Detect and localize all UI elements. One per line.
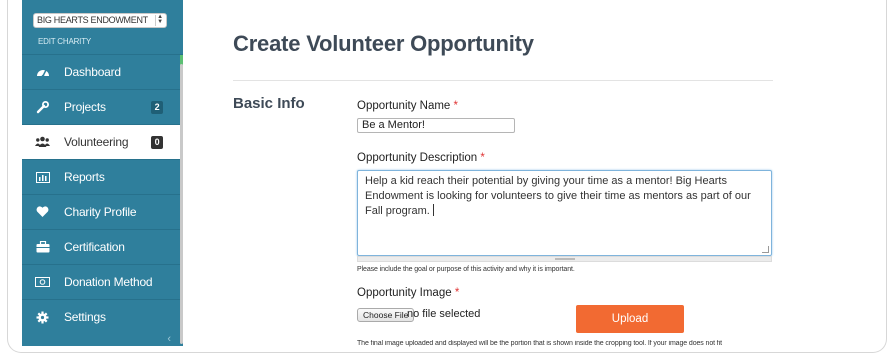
divider bbox=[233, 80, 773, 81]
sidebar-item-dashboard[interactable]: Dashboard bbox=[22, 54, 183, 89]
section-title: Basic Info bbox=[233, 95, 305, 112]
sidebar-item-label: Projects bbox=[64, 100, 106, 114]
briefcase-icon bbox=[35, 240, 50, 255]
required-mark: * bbox=[480, 152, 485, 164]
page-title: Create Volunteer Opportunity bbox=[233, 31, 534, 56]
sidebar-item-reports[interactable]: Reports bbox=[22, 159, 183, 194]
description-help-text: Please include the goal or purpose of th… bbox=[357, 266, 575, 273]
select-arrows-icon: ▲ ▼ bbox=[155, 14, 164, 26]
opportunity-name-label-text: Opportunity Name bbox=[357, 100, 451, 112]
sidebar-header: BIG HEARTS ENDOWMENT ▲ ▼ EDIT CHARITY bbox=[22, 0, 183, 54]
charity-select-value: BIG HEARTS ENDOWMENT bbox=[37, 15, 148, 25]
textarea-resize-bar[interactable] bbox=[357, 256, 772, 262]
sidebar-item-certification[interactable]: Certification bbox=[22, 229, 183, 264]
opportunity-name-label: Opportunity Name * bbox=[357, 100, 458, 112]
opportunity-description-label: Opportunity Description * bbox=[357, 152, 485, 164]
heart-icon bbox=[35, 205, 50, 220]
group-icon bbox=[35, 135, 50, 150]
required-mark: * bbox=[453, 100, 459, 112]
opportunity-image-label-text: Opportunity Image bbox=[357, 287, 452, 299]
drag-handle-icon bbox=[554, 258, 575, 260]
opportunity-image-label: Opportunity Image * bbox=[357, 287, 459, 299]
choose-file-button[interactable]: Choose File bbox=[357, 308, 415, 322]
gear-icon bbox=[35, 310, 50, 325]
charity-select[interactable]: BIG HEARTS ENDOWMENT ▲ ▼ bbox=[33, 13, 167, 28]
count-badge: 2 bbox=[151, 101, 163, 114]
required-mark: * bbox=[454, 287, 460, 299]
sidebar-nav: Dashboard Projects 2 Volunteering 0 Reports Ch… bbox=[22, 54, 183, 334]
wrench-icon bbox=[35, 100, 50, 115]
sidebar: BIG HEARTS ENDOWMENT ▲ ▼ EDIT CHARITY Das… bbox=[22, 0, 183, 346]
sidebar-item-label: Donation Method bbox=[64, 275, 153, 289]
sidebar-item-charity-profile[interactable]: Charity Profile bbox=[22, 194, 183, 229]
sidebar-item-label: Reports bbox=[64, 170, 105, 184]
sidebar-item-label: Charity Profile bbox=[64, 205, 137, 219]
sidebar-collapse[interactable]: ‹ bbox=[22, 333, 183, 346]
sidebar-item-label: Certification bbox=[64, 240, 125, 254]
chevron-left-icon[interactable]: ‹ bbox=[167, 333, 171, 345]
sidebar-item-projects[interactable]: Projects 2 bbox=[22, 89, 183, 124]
description-text: Help a kid reach their potential by givi… bbox=[365, 175, 751, 217]
sidebar-scrollbar[interactable] bbox=[180, 64, 183, 344]
money-icon bbox=[35, 275, 50, 290]
sidebar-item-label: Volunteering bbox=[64, 135, 129, 149]
resize-grip-icon[interactable] bbox=[762, 246, 769, 253]
sidebar-item-donation-method[interactable]: Donation Method bbox=[22, 264, 183, 299]
upload-button[interactable]: Upload bbox=[576, 305, 684, 333]
image-help-text: The final image uploaded and displayed w… bbox=[357, 340, 722, 347]
opportunity-description-label-text: Opportunity Description bbox=[357, 152, 478, 164]
bar-chart-icon bbox=[35, 170, 50, 185]
sidebar-item-volunteering[interactable]: Volunteering 0 bbox=[22, 124, 183, 159]
tachometer-icon bbox=[35, 65, 50, 80]
text-caret bbox=[432, 204, 434, 216]
sidebar-item-settings[interactable]: Settings bbox=[22, 299, 183, 334]
opportunity-description-textarea[interactable]: Help a kid reach their potential by givi… bbox=[357, 170, 772, 256]
count-badge: 0 bbox=[151, 136, 163, 149]
opportunity-name-input[interactable]: Be a Mentor! bbox=[357, 118, 515, 133]
sidebar-item-label: Settings bbox=[64, 310, 106, 324]
sidebar-item-label: Dashboard bbox=[64, 65, 121, 79]
edit-charity-link[interactable]: EDIT CHARITY bbox=[38, 37, 91, 46]
file-status-text: no file selected bbox=[407, 308, 481, 320]
